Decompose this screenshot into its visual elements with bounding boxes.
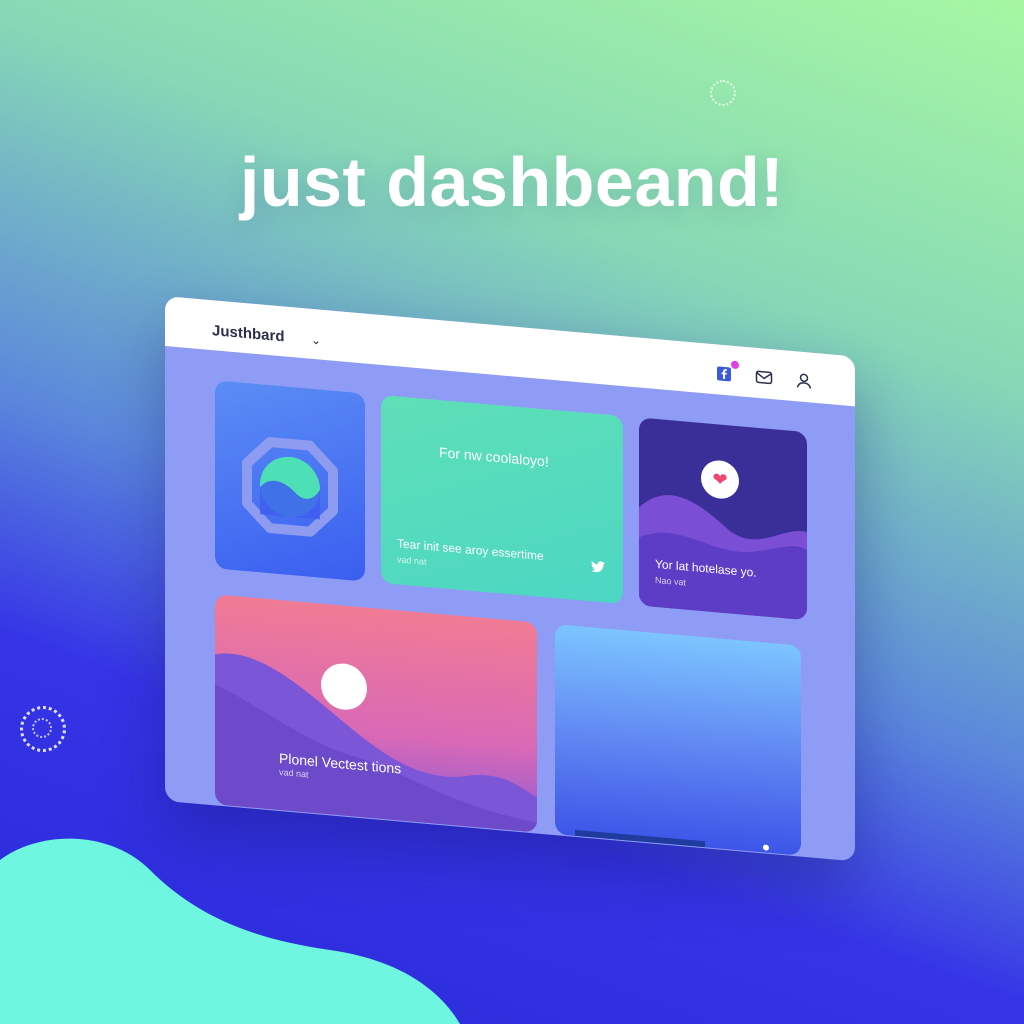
card-meta: vad nat [397, 554, 427, 567]
facebook-icon[interactable] [713, 360, 739, 386]
decorative-dotted-circle [710, 80, 736, 106]
progress-strip [575, 829, 705, 848]
headline: just dashbeand! [239, 143, 785, 221]
indicator-dot [763, 844, 769, 851]
dashboard-window: Justhbard ⌄ For nw coolaloyo! Tear init … [165, 296, 855, 862]
logo-card[interactable] [215, 380, 365, 582]
app-name[interactable]: Justhbard [212, 322, 285, 345]
feature-card-green[interactable]: For nw coolaloyo! Tear init see aroy ess… [381, 394, 623, 605]
wave-illustration [639, 495, 807, 621]
mail-icon[interactable] [753, 365, 775, 389]
card-title: For nw coolaloyo! [439, 443, 549, 470]
feature-card-sunset[interactable]: Plonel Vectest tions vad nat [215, 594, 537, 833]
notification-dot [731, 360, 739, 370]
decorative-dot-ring [20, 706, 66, 752]
toolbar-icons [713, 360, 815, 393]
decorative-blob [0, 838, 460, 1024]
app-logo-icon [242, 437, 338, 537]
feature-card-purple[interactable]: ❤ Yor lat hotelase yo. Nao vat [639, 417, 807, 621]
feature-card-blue[interactable] [555, 624, 801, 856]
landscape-illustration [215, 653, 537, 833]
chevron-down-icon[interactable]: ⌄ [311, 333, 321, 348]
user-icon[interactable] [793, 369, 815, 393]
twitter-icon[interactable] [591, 559, 605, 578]
